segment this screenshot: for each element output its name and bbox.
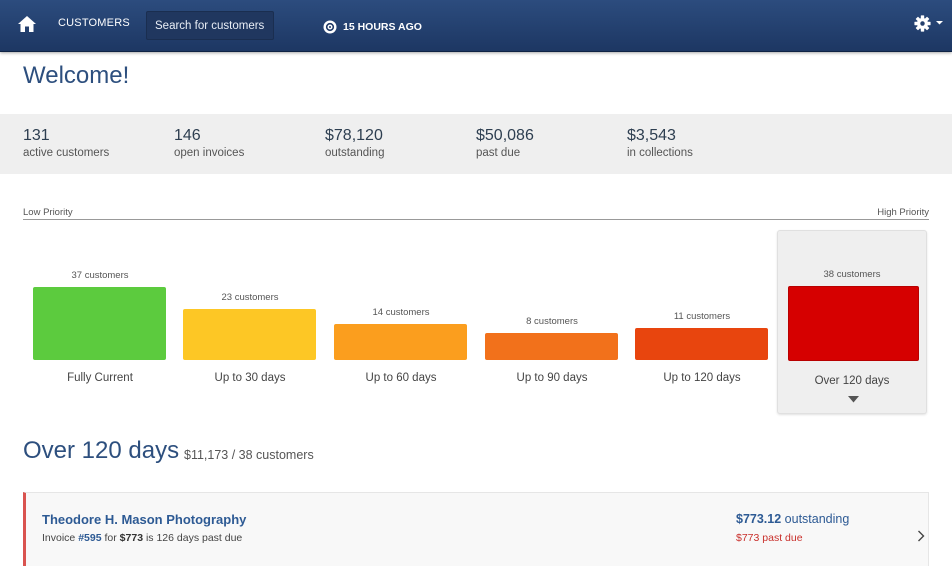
invoice-summary: Invoice #595 for $773 is 126 days past d… xyxy=(42,532,242,544)
gear-icon[interactable] xyxy=(914,15,931,32)
stat-value: $50,086 xyxy=(476,127,534,144)
nav-customers-link[interactable]: CUSTOMERS xyxy=(58,17,130,29)
home-icon[interactable] xyxy=(17,14,37,34)
past-due-amount: $773 past due xyxy=(736,532,803,544)
stat-outstanding: $78,120 outstanding xyxy=(325,127,384,159)
stat-label: active customers xyxy=(23,147,110,159)
bucket-over-120-days[interactable]: 38 customers Over 120 days xyxy=(777,230,927,414)
bucket-up-to-90-days[interactable]: 8 customers Up to 90 days xyxy=(477,228,627,412)
stat-active-customers: 131 active customers xyxy=(23,127,109,159)
invoice-prefix: Invoice xyxy=(42,532,76,544)
bucket-count: 8 customers xyxy=(526,316,578,327)
chevron-right-icon[interactable] xyxy=(917,530,925,542)
invoice-amount: $773 xyxy=(119,532,144,544)
stat-label: in collections xyxy=(627,147,693,159)
bucket-label: Up to 30 days xyxy=(214,372,286,384)
invoice-days-past-due: is 126 days past due xyxy=(145,532,243,544)
outstanding-amount: $773.12 outstanding xyxy=(736,512,849,526)
bucket-bar xyxy=(635,328,768,360)
bucket-up-to-30-days[interactable]: 23 customers Up to 30 days xyxy=(175,228,325,412)
stat-open-invoices: 146 open invoices xyxy=(174,127,244,159)
bucket-label: Fully Current xyxy=(67,372,133,384)
sync-status-icon xyxy=(323,20,337,34)
last-sync-text: 15 HOURS AGO xyxy=(343,21,422,33)
section-title: Over 120 days xyxy=(23,437,180,464)
section-summary: $11,173 / 38 customers xyxy=(184,448,314,462)
chevron-down-icon xyxy=(848,396,859,403)
stat-value: $78,120 xyxy=(325,127,383,144)
top-navigation-bar: CUSTOMERS 15 HOURS AGO xyxy=(0,0,952,52)
bucket-count: 38 customers xyxy=(823,269,881,280)
outstanding-label: outstanding xyxy=(784,512,850,526)
priority-divider xyxy=(23,219,929,220)
stat-label: open invoices xyxy=(174,147,245,159)
bucket-fully-current[interactable]: 37 customers Fully Current xyxy=(25,228,175,412)
customer-name-link[interactable]: Theodore H. Mason Photography xyxy=(42,512,246,527)
bucket-bar xyxy=(485,333,618,360)
summary-stats: 131 active customers 146 open invoices $… xyxy=(0,114,952,174)
customer-row[interactable]: Theodore H. Mason Photography Invoice #5… xyxy=(23,492,929,566)
bucket-bar xyxy=(33,287,166,360)
stat-value: 146 xyxy=(174,127,201,144)
bucket-count: 37 customers xyxy=(71,270,129,281)
stat-past-due: $50,086 past due xyxy=(476,127,534,159)
page-title: Welcome! xyxy=(23,62,130,89)
invoice-number-link[interactable]: #595 xyxy=(78,532,101,544)
bucket-label: Up to 60 days xyxy=(365,372,437,384)
bucket-bar xyxy=(788,286,919,361)
invoice-for-text: for xyxy=(104,532,117,544)
bucket-count: 14 customers xyxy=(372,307,430,318)
outstanding-value: $773.12 xyxy=(736,512,782,526)
stat-value: 131 xyxy=(23,127,50,144)
bucket-up-to-120-days[interactable]: 11 customers Up to 120 days xyxy=(627,228,777,412)
bucket-up-to-60-days[interactable]: 14 customers Up to 60 days xyxy=(326,228,476,412)
stat-in-collections: $3,543 in collections xyxy=(627,127,693,159)
bucket-count: 23 customers xyxy=(221,292,279,303)
bucket-label: Up to 90 days xyxy=(516,372,588,384)
search-input[interactable] xyxy=(146,11,274,40)
stat-value: $3,543 xyxy=(627,127,676,144)
high-priority-label: High Priority xyxy=(877,207,929,218)
stat-label: past due xyxy=(476,147,521,159)
low-priority-label: Low Priority xyxy=(23,207,73,218)
stat-label: outstanding xyxy=(325,147,385,159)
bucket-bar xyxy=(183,309,316,360)
bucket-bar xyxy=(334,324,467,360)
bucket-label: Up to 120 days xyxy=(663,372,741,384)
bucket-count: 11 customers xyxy=(673,311,731,322)
bucket-label: Over 120 days xyxy=(814,375,890,387)
settings-caret-icon[interactable] xyxy=(936,19,943,26)
